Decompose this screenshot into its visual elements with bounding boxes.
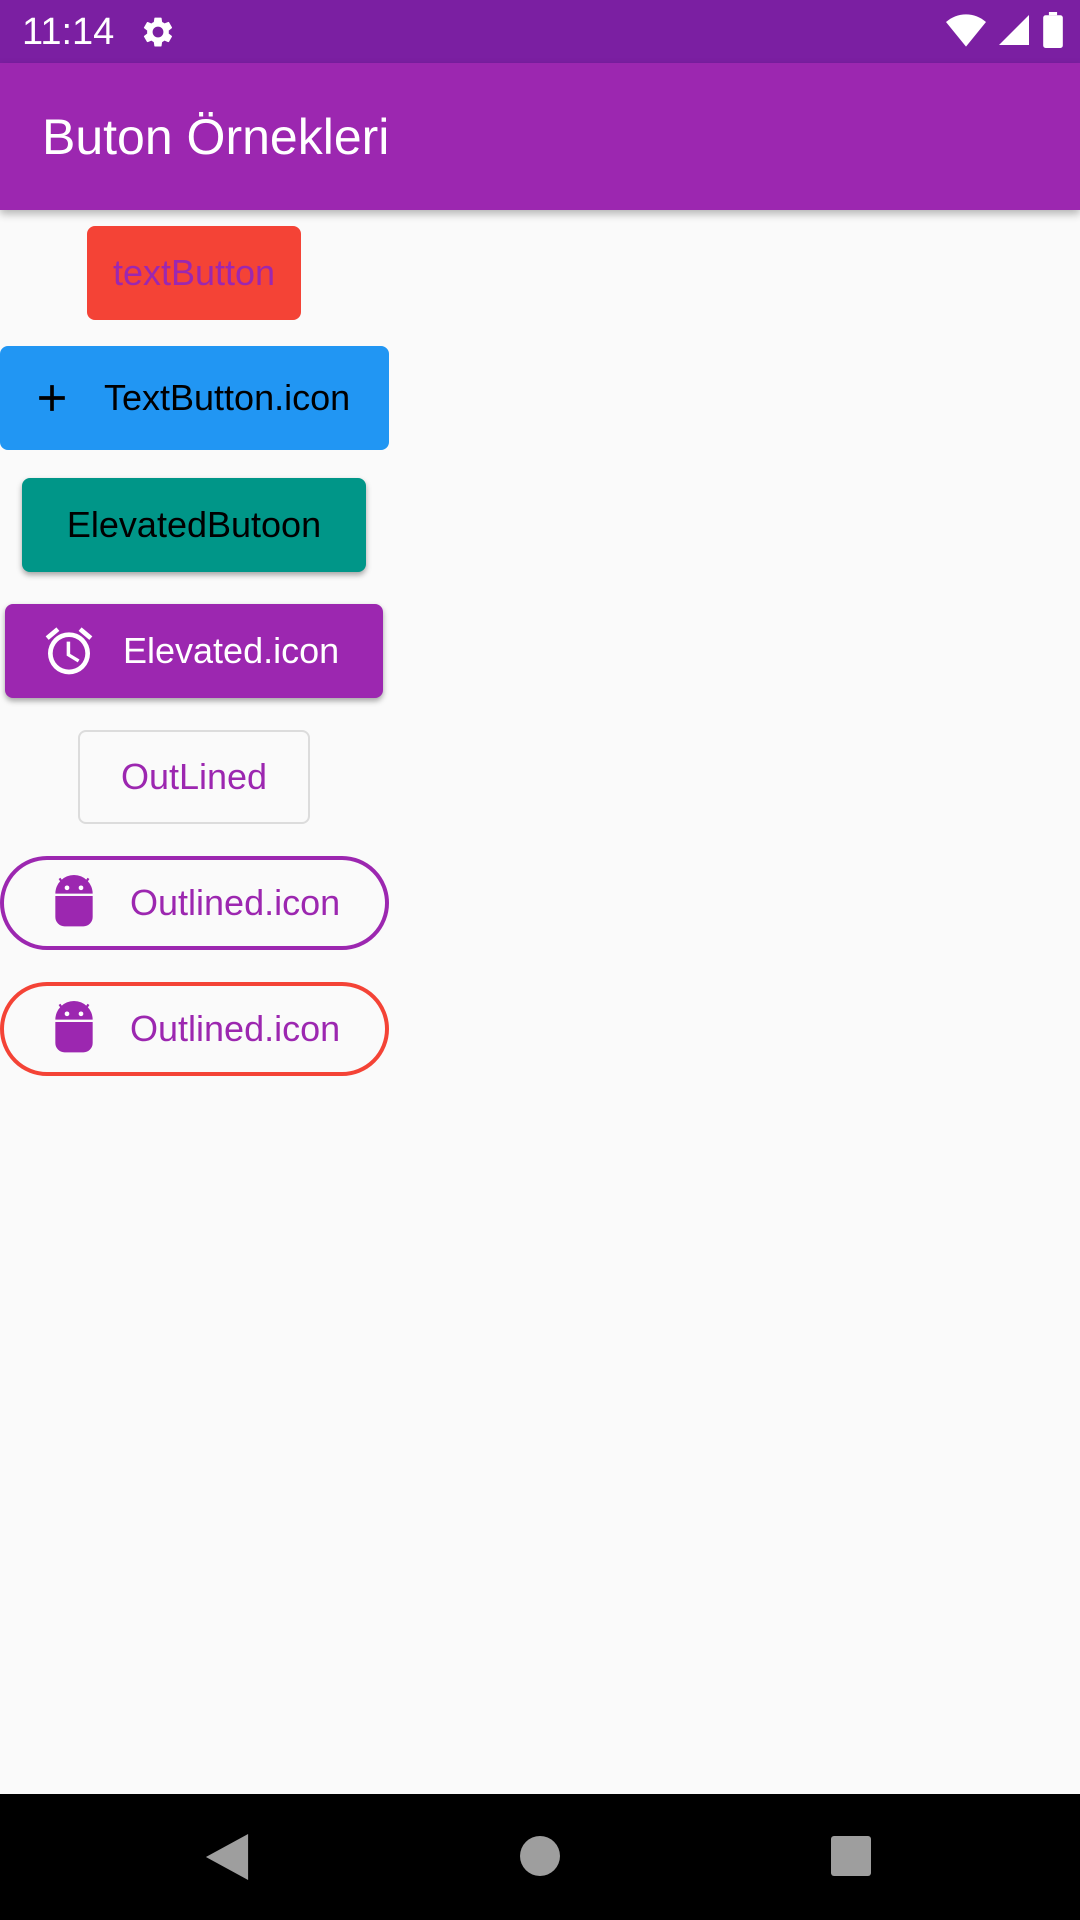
battery-icon (1043, 12, 1063, 48)
signal-icon (999, 15, 1029, 45)
recents-icon[interactable] (831, 1836, 871, 1876)
text-button-label: textButton (112, 252, 276, 293)
app-bar: Buton Örnekleri (0, 63, 1080, 210)
page-title: Buton Örnekleri (42, 109, 390, 165)
add-icon (39, 385, 65, 411)
outlined-icon-button-red[interactable]: Outlined.icon (0, 982, 389, 1076)
navigation-bar (0, 1794, 1080, 1920)
text-button[interactable]: textButton (87, 226, 301, 320)
alarm-icon (45, 627, 93, 675)
elevated-icon-button[interactable]: Elevated.icon (5, 604, 383, 698)
outlined-button[interactable]: OutLined (78, 730, 310, 824)
elevated-button[interactable]: ElevatedButoon (22, 478, 366, 572)
status-icons (946, 12, 1064, 48)
outlined-button-label: OutLined (120, 756, 268, 797)
wifi-icon (946, 14, 986, 47)
status-bar: 11:14 (0, 0, 1080, 63)
elevated-button-label: ElevatedButoon (66, 504, 322, 545)
outlined-icon-label: Outlined.icon (130, 882, 341, 923)
home-icon[interactable] (520, 1836, 560, 1876)
outlined-icon-red-label: Outlined.icon (130, 1008, 341, 1049)
back-icon[interactable] (205, 1834, 249, 1880)
text-button-icon[interactable]: TextButton.icon (0, 346, 389, 450)
gear-icon (143, 17, 173, 47)
android-icon (55, 1001, 93, 1053)
text-button-icon-label: TextButton.icon (104, 377, 351, 418)
outlined-icon-button[interactable]: Outlined.icon (0, 856, 389, 950)
status-time: 11:14 (22, 11, 115, 53)
android-icon (55, 875, 93, 927)
elevated-icon-label: Elevated.icon (123, 630, 340, 671)
